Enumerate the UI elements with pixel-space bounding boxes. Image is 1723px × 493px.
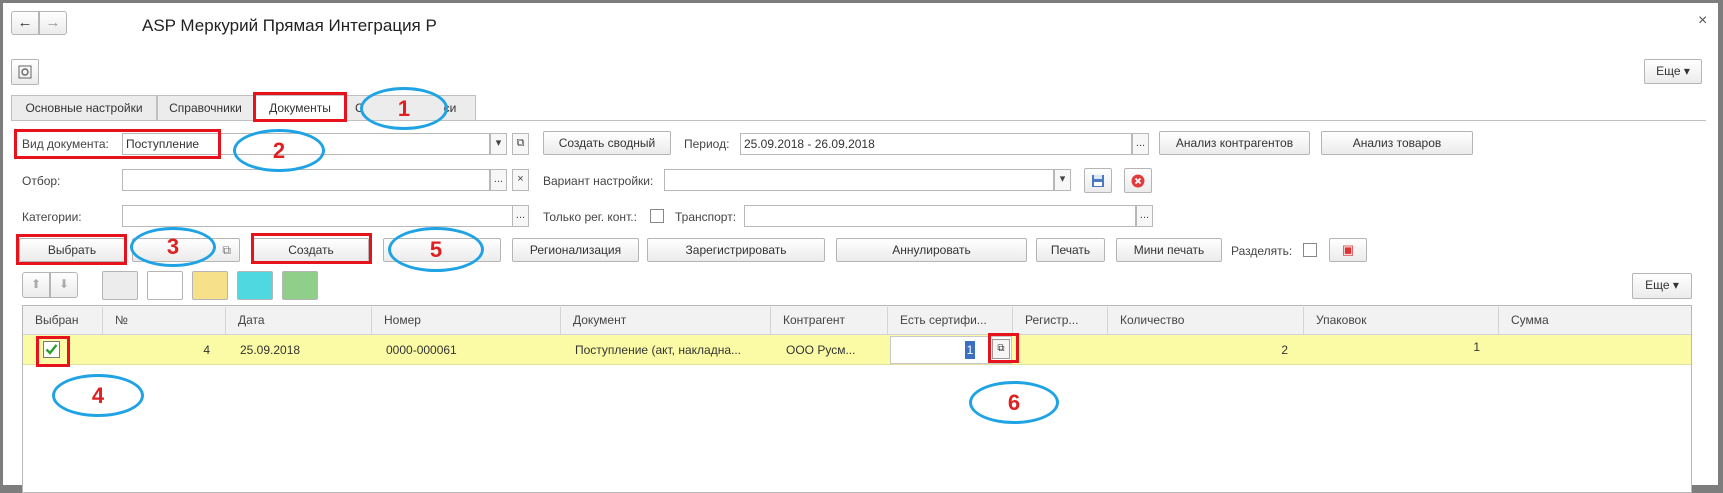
- annotation-box-documents-tab: [253, 92, 347, 122]
- print-button[interactable]: Печать: [1036, 238, 1105, 262]
- open-icon: ⧉: [516, 137, 525, 149]
- cell-packages: 1: [1473, 340, 1480, 354]
- categories-field[interactable]: [122, 205, 514, 227]
- annotation-box-select: [16, 234, 127, 265]
- move-up-button[interactable]: ⬆: [22, 272, 50, 298]
- annotation-box-checkbox: [36, 336, 70, 367]
- arrow-left-icon: ←: [17, 14, 33, 31]
- annotation-marker-5: 5: [388, 227, 484, 272]
- column-header-num[interactable]: №: [103, 307, 226, 334]
- clear-doc-button[interactable]: ▣: [1329, 238, 1367, 262]
- doc-type-open[interactable]: ⧉: [512, 133, 529, 155]
- color-swatch-green[interactable]: [282, 271, 318, 300]
- annotation-marker-1: 1: [360, 87, 448, 130]
- filter-field[interactable]: [122, 169, 490, 191]
- color-swatch-white[interactable]: [147, 271, 183, 300]
- color-swatch-cyan[interactable]: [237, 271, 273, 300]
- transport-label: Транспорт:: [675, 210, 737, 224]
- column-header-registered[interactable]: Регистр...: [1013, 307, 1108, 334]
- column-header-quantity[interactable]: Количество: [1108, 307, 1304, 334]
- save-setting-button[interactable]: [1084, 168, 1112, 193]
- color-swatch-gray[interactable]: [102, 271, 138, 300]
- period-field[interactable]: 25.09.2018 - 26.09.2018: [740, 133, 1132, 155]
- forward-button[interactable]: →: [39, 11, 67, 35]
- cell-sum: [1499, 335, 1679, 365]
- annotation-marker-2: 2: [233, 129, 325, 172]
- delete-setting-button[interactable]: [1124, 168, 1152, 193]
- copy-icon: ⧉: [222, 243, 231, 257]
- tab-directories[interactable]: Справочники: [157, 95, 254, 121]
- setting-variant-field[interactable]: [664, 169, 1054, 191]
- cell-has-cert[interactable]: 1: [965, 341, 975, 359]
- analyze-contractors-button[interactable]: Анализ контрагентов: [1159, 131, 1310, 155]
- annotation-box-cert-open: [988, 333, 1019, 363]
- analyze-goods-button[interactable]: Анализ товаров: [1321, 131, 1473, 155]
- annotation-marker-4: 4: [52, 374, 144, 417]
- categories-label: Категории:: [22, 210, 82, 224]
- period-label: Период:: [684, 137, 730, 151]
- setting-variant-label: Вариант настройки:: [543, 174, 654, 188]
- tab-main-settings[interactable]: Основные настройки: [11, 95, 157, 121]
- save-icon: [1092, 175, 1104, 187]
- chevron-down-icon: ▾: [495, 137, 502, 149]
- color-swatch-yellow[interactable]: [192, 271, 228, 300]
- mini-print-button[interactable]: Мини печать: [1116, 238, 1222, 262]
- cell-number: 0000-000061: [386, 343, 457, 357]
- only-reg-checkbox[interactable]: [650, 209, 664, 223]
- register-button[interactable]: Зарегистрировать: [647, 238, 825, 262]
- annotation-marker-6: 6: [969, 381, 1059, 424]
- settings-button[interactable]: [11, 59, 39, 85]
- create-summary-button[interactable]: Создать сводный: [543, 131, 671, 155]
- filter-select-button[interactable]: ...: [490, 169, 507, 191]
- only-reg-label: Только рег. конт.:: [543, 210, 637, 224]
- filter-clear-button[interactable]: ×: [512, 169, 529, 191]
- transport-select-button[interactable]: ...: [1136, 205, 1153, 227]
- close-icon[interactable]: ×: [1698, 12, 1707, 30]
- column-header-packages[interactable]: Упаковок: [1304, 307, 1499, 334]
- column-header-sum[interactable]: Сумма: [1499, 307, 1691, 334]
- split-label: Разделять:: [1231, 244, 1293, 258]
- split-checkbox[interactable]: [1303, 243, 1317, 257]
- setting-variant-dropdown[interactable]: ▾: [1054, 169, 1071, 191]
- column-header-selected[interactable]: Выбран: [23, 307, 103, 334]
- move-down-button[interactable]: ⬇: [50, 272, 78, 298]
- cell-num: 4: [203, 343, 210, 357]
- transport-field[interactable]: [744, 205, 1136, 227]
- column-header-contractor[interactable]: Контрагент: [771, 307, 888, 334]
- cell-document: Поступление (акт, накладна...: [575, 343, 741, 357]
- gear-icon: [18, 65, 32, 79]
- delete-doc-icon: ▣: [1341, 242, 1355, 257]
- annotation-box-create: [251, 233, 372, 264]
- window-title: ASP Меркурий Прямая Интеграция Р: [142, 16, 437, 35]
- more-button-top[interactable]: Еще ▾: [1644, 59, 1702, 84]
- column-header-date[interactable]: Дата: [226, 307, 372, 334]
- column-header-has-cert[interactable]: Есть сертифи...: [888, 307, 1013, 334]
- doc-type-dropdown[interactable]: ▾: [490, 133, 507, 155]
- arrow-up-icon: ⬆: [30, 277, 42, 291]
- cell-contractor: ООО Русм...: [786, 343, 856, 357]
- chevron-down-icon: ▾: [1059, 173, 1066, 185]
- arrow-right-icon: →: [45, 14, 61, 31]
- filter-label: Отбор:: [22, 174, 61, 188]
- column-header-document[interactable]: Документ: [561, 307, 771, 334]
- annotation-marker-3: 3: [130, 227, 216, 267]
- arrow-down-icon: ⬇: [58, 277, 70, 291]
- cell-quantity: 2: [1281, 343, 1288, 357]
- annotation-box-doc-type: [14, 129, 221, 159]
- cell-date: 25.09.2018: [240, 343, 301, 357]
- categories-select-button[interactable]: ...: [512, 205, 529, 227]
- cancel-doc-button[interactable]: Аннулировать: [836, 238, 1027, 262]
- regionalization-button[interactable]: Регионализация: [512, 238, 639, 262]
- more-button-table[interactable]: Еще ▾: [1632, 273, 1692, 299]
- back-button[interactable]: ←: [11, 11, 39, 35]
- period-select-button[interactable]: ...: [1132, 133, 1149, 155]
- column-header-number[interactable]: Номер: [372, 307, 561, 334]
- delete-icon: [1131, 174, 1145, 188]
